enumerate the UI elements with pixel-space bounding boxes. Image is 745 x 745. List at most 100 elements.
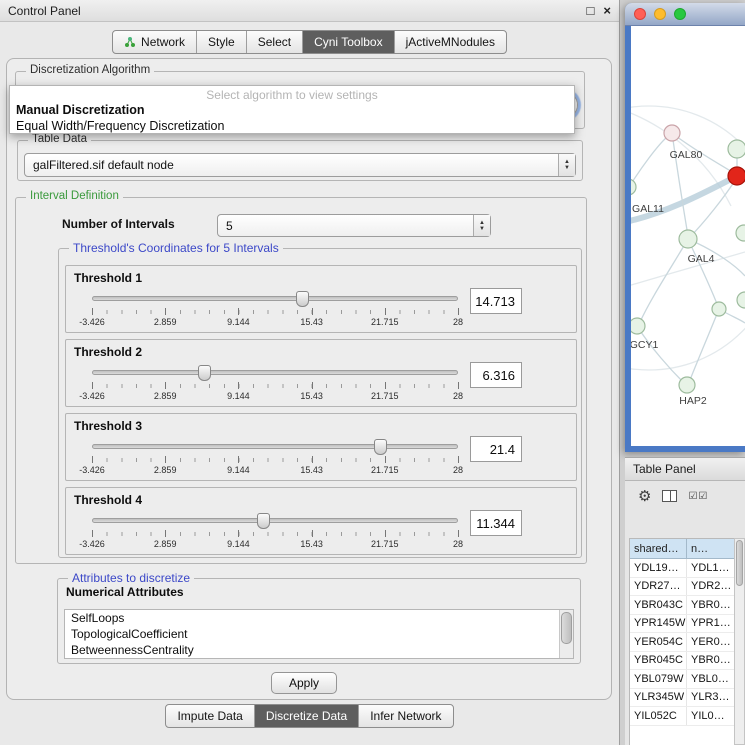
scale-label: -3.426 — [79, 539, 105, 549]
list-scrollbar[interactable] — [559, 610, 573, 658]
network-node[interactable] — [736, 225, 745, 241]
table-panel-title: Table Panel — [633, 462, 696, 476]
slider-track[interactable] — [92, 518, 458, 523]
table-cell: YDL1… — [687, 559, 734, 577]
tab-style[interactable]: Style — [196, 31, 246, 53]
network-edge — [690, 309, 719, 380]
table-scrollbar[interactable] — [734, 538, 745, 745]
table-row[interactable]: YLR345WYLR3… — [630, 689, 734, 708]
tab-impute-data[interactable]: Impute Data — [166, 705, 253, 727]
table-cell: YER054C — [630, 633, 687, 651]
scrollbar-thumb[interactable] — [561, 612, 572, 644]
slider-handle[interactable] — [374, 439, 387, 455]
chevron-updown-icon[interactable]: ▲▼ — [473, 215, 490, 236]
tab-label: Style — [208, 35, 235, 49]
scrollbar-thumb[interactable] — [736, 540, 743, 586]
network-node[interactable] — [737, 292, 745, 308]
table-cell: YIL052C — [630, 707, 687, 725]
dropdown-option-equal-width[interactable]: Equal Width/Frequency Discretization — [10, 118, 574, 134]
threshold-value-field[interactable]: 11.344 — [470, 510, 522, 536]
slider-handle[interactable] — [198, 365, 211, 381]
table-row[interactable]: YBL079WYBL0… — [630, 670, 734, 689]
scale-label: 28 — [453, 391, 463, 401]
select-columns-icon[interactable]: ☑☑ — [688, 491, 708, 502]
threshold-slider[interactable]: -3.4262.8599.14415.4321.71528 — [92, 438, 458, 480]
dropdown-placeholder-item[interactable]: Select algorithm to view settings — [10, 86, 574, 102]
threshold-slider[interactable]: -3.4262.8599.14415.4321.71528 — [92, 290, 458, 332]
tab-label: Network — [141, 35, 185, 49]
dropdown-option-manual[interactable]: Manual Discretization — [10, 102, 574, 118]
network-node[interactable] — [631, 179, 636, 195]
chevron-updown-icon[interactable]: ▲▼ — [558, 154, 575, 176]
tab-infer-network[interactable]: Infer Network — [358, 705, 452, 727]
table-row[interactable]: YDL19…YDL1… — [630, 559, 734, 578]
apply-button[interactable]: Apply — [271, 672, 337, 694]
mac-minimize-button[interactable] — [654, 8, 666, 20]
table-row[interactable]: YDR27…YDR2… — [630, 578, 734, 597]
threshold-slider[interactable]: -3.4262.8599.14415.4321.71528 — [92, 512, 458, 554]
columns-icon[interactable] — [662, 490, 677, 502]
threshold-value-field[interactable]: 14.713 — [470, 288, 522, 314]
network-node[interactable] — [712, 302, 726, 316]
mac-zoom-button[interactable] — [674, 8, 686, 20]
control-panel-titlebar: Control Panel □ × — [0, 0, 619, 22]
threshold-value-field[interactable]: 6.316 — [470, 362, 522, 388]
slider-ticks — [92, 310, 458, 314]
column-header[interactable]: n… — [687, 539, 734, 559]
list-item[interactable]: TopologicalCoefficient — [65, 626, 559, 642]
threshold-value-field[interactable]: 21.4 — [470, 436, 522, 462]
slider-ticks — [92, 458, 458, 462]
scale-label: 15.43 — [300, 391, 323, 401]
close-icon[interactable]: × — [603, 4, 611, 17]
table-row[interactable]: YPR145WYPR1… — [630, 615, 734, 634]
network-node[interactable] — [728, 140, 745, 158]
table-row[interactable]: YER054CYER0… — [630, 633, 734, 652]
slider-track[interactable] — [92, 370, 458, 375]
scale-label: 2.859 — [154, 465, 177, 475]
threshold-panel: Threshold 3 -3.4262.8599.14415.4321.7152… — [65, 413, 577, 481]
slider-track[interactable] — [92, 444, 458, 449]
group-title: Discretization Algorithm — [26, 64, 154, 76]
thresholds-group: Threshold's Coordinates for 5 Intervals … — [58, 248, 582, 558]
tab-jactivemnodules[interactable]: jActiveMNodules — [394, 31, 506, 53]
network-canvas[interactable]: GAL80 GAL11 GAL4 GCY1 HAP2 — [631, 26, 745, 446]
network-node[interactable] — [664, 125, 680, 141]
gear-icon[interactable]: ⚙ — [638, 489, 651, 504]
table-data-combobox-value: galFiltered.sif default node — [25, 154, 558, 176]
node-label: GAL4 — [688, 253, 715, 265]
scale-label: 9.144 — [227, 539, 250, 549]
tab-discretize-data[interactable]: Discretize Data — [254, 705, 358, 727]
network-node[interactable] — [679, 377, 695, 393]
list-item[interactable]: BetweennessCentrality — [65, 642, 559, 658]
numerical-attributes-list[interactable]: SelfLoopsTopologicalCoefficientBetweenne… — [64, 609, 574, 659]
network-node-selected[interactable] — [728, 167, 745, 185]
threshold-label: Threshold 2 — [74, 345, 142, 359]
slider-handle[interactable] — [296, 291, 309, 307]
slider-handle[interactable] — [257, 513, 270, 529]
table-data-combobox[interactable]: galFiltered.sif default node ▲▼ — [24, 153, 576, 177]
tab-network[interactable]: Network — [113, 31, 196, 53]
table-row[interactable]: YIL052CYIL0… — [630, 707, 734, 726]
threshold-label: Threshold 3 — [74, 419, 142, 433]
slider-track[interactable] — [92, 296, 458, 301]
scale-label: 15.43 — [300, 539, 323, 549]
tab-cyni-toolbox[interactable]: Cyni Toolbox — [302, 31, 393, 53]
table-row[interactable]: YBR043CYBR0… — [630, 596, 734, 615]
threshold-slider[interactable]: -3.4262.8599.14415.4321.71528 — [92, 364, 458, 406]
table-cell: YPR1… — [687, 615, 734, 633]
float-window-icon[interactable]: □ — [587, 4, 595, 17]
scale-label: 28 — [453, 465, 463, 475]
group-title: Threshold's Coordinates for 5 Intervals — [69, 241, 283, 255]
table-row[interactable]: YBR045CYBR0… — [630, 652, 734, 671]
node-label: GAL11 — [632, 203, 664, 215]
network-icon — [124, 36, 136, 48]
table-data-group: Table Data galFiltered.sif default node … — [17, 140, 583, 181]
network-node[interactable] — [679, 230, 697, 248]
list-item[interactable]: SelfLoops — [65, 610, 559, 626]
bottom-tab-bar: Impute Data Discretize Data Infer Networ… — [0, 704, 619, 728]
mac-close-button[interactable] — [634, 8, 646, 20]
tab-select[interactable]: Select — [246, 31, 302, 53]
number-of-intervals-combobox[interactable]: 5 ▲▼ — [217, 214, 491, 237]
column-header[interactable]: shared… — [630, 539, 687, 559]
network-node[interactable] — [631, 318, 645, 334]
